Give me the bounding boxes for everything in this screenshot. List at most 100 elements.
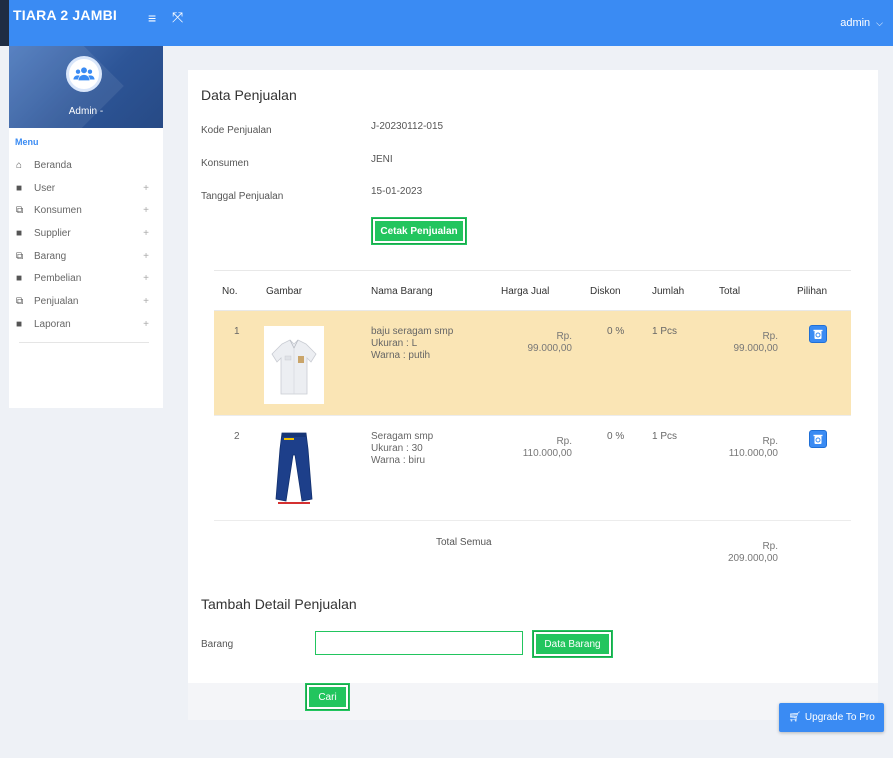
sidebar-item-supplier[interactable]: ■ Supplier + [9, 222, 163, 245]
menu-title: Menu [15, 137, 39, 147]
column-header-nama-barang: Nama Barang [371, 286, 433, 297]
quantity-value: 1 Pcs [652, 431, 678, 442]
plus-icon: + [143, 228, 149, 240]
sidebar-item-beranda[interactable]: ⌂ Beranda [9, 154, 163, 177]
konsumen-label: Konsumen [201, 158, 249, 169]
avatar[interactable] [66, 56, 102, 92]
price-value: 99.000,00 [527, 343, 573, 354]
sidebar-item-user[interactable]: ■ User + [9, 177, 163, 200]
product-name: baju seragam smp [371, 326, 454, 337]
grid-icon: ■ [16, 227, 23, 239]
total-currency: Rp. [762, 331, 778, 342]
grid-icon: ■ [16, 273, 23, 285]
tanggal-penjualan-label: Tanggal Penjualan [201, 191, 284, 202]
product-image [264, 429, 324, 507]
kode-penjualan-label: Kode Penjualan [201, 125, 272, 136]
quantity-value: 1 Pcs [652, 326, 678, 337]
barang-input[interactable] [315, 631, 523, 655]
sidebar-item-label: Laporan [34, 318, 71, 330]
recycle-bin-icon [813, 434, 823, 444]
top-navbar: TIARA 2 JAMBI ≡ ⤧ admin ⌵ [0, 0, 893, 46]
search-button[interactable]: Cari [305, 683, 350, 711]
price-value: 110.000,00 [522, 448, 572, 459]
row-number: 1 [234, 326, 240, 337]
content-card: Data Penjualan Kode Penjualan J-20230112… [188, 70, 878, 720]
column-header-no: No. [222, 286, 238, 297]
sidebar-item-laporan[interactable]: ■ Laporan + [9, 313, 163, 336]
row-number: 2 [234, 431, 240, 442]
discount-value: 0 % [607, 431, 625, 442]
plus-icon: + [143, 205, 149, 217]
chevron-down-icon: ⌵ [876, 18, 883, 28]
discount-value: 0 % [607, 326, 625, 337]
user-name: admin [840, 17, 871, 29]
expand-icon[interactable]: ⤧ [172, 9, 183, 26]
user-menu[interactable]: admin ⌵ [840, 17, 883, 29]
sidebar-item-pembelian[interactable]: ■ Pembelian + [9, 267, 163, 290]
cart-icon: 🛒︎ [788, 712, 801, 723]
window-icon: ⧉ [16, 250, 24, 262]
total-value: 99.000,00 [733, 343, 779, 354]
recycle-bin-icon [813, 329, 823, 339]
sidebar-item-label: Pembelian [34, 273, 82, 285]
home-icon: ⌂ [16, 159, 23, 171]
total-value: 110.000,00 [728, 448, 778, 459]
plus-icon: + [143, 296, 149, 308]
sidebar-item-konsumen[interactable]: ⧉ Konsumen + [9, 199, 163, 222]
upgrade-label: Upgrade To Pro [804, 712, 875, 723]
page-title: Data Penjualan [201, 87, 297, 103]
product-name: Seragam smp [371, 431, 434, 442]
sidebar-item-label: User [34, 182, 56, 194]
table-header: No. Gambar Nama Barang Harga Jual Diskon… [214, 270, 851, 311]
product-size: Ukuran : 30 [371, 443, 423, 454]
upgrade-to-pro-button[interactable]: 🛒︎ Upgrade To Pro [779, 703, 884, 732]
plus-icon: + [143, 250, 149, 262]
delete-button[interactable] [809, 430, 827, 448]
brand-logo[interactable]: TIARA 2 JAMBI [13, 7, 117, 23]
print-sale-button[interactable]: Cetak Penjualan [371, 217, 467, 245]
hamburger-icon[interactable]: ≡ [148, 10, 156, 26]
users-icon [73, 67, 95, 81]
grid-icon: ■ [16, 182, 23, 194]
sidebar-item-label: Beranda [34, 159, 72, 171]
plus-icon: + [143, 273, 149, 285]
profile-name[interactable]: Admin - [9, 106, 163, 117]
data-barang-button[interactable]: Data Barang [532, 630, 613, 658]
divider [19, 341, 149, 343]
table-row: 2 Seragam smp Ukuran : 30 Warna : biru R… [214, 416, 851, 521]
column-header-harga-jual: Harga Jual [501, 286, 550, 297]
sidebar-item-label: Barang [34, 250, 67, 262]
plus-icon: + [143, 318, 149, 330]
konsumen-value: JENI [371, 154, 393, 165]
form-footer [188, 683, 878, 720]
column-header-jumlah: Jumlah [652, 286, 685, 297]
total-label: Total Semua [436, 537, 492, 548]
table-row: 1 baju seragam smp Ukuran : L Warna : pu… [214, 311, 851, 416]
product-color: Warna : putih [371, 350, 431, 361]
sidebar-item-label: Penjualan [34, 295, 79, 307]
price-currency: Rp. [556, 436, 572, 447]
grand-total-currency: Rp. [762, 541, 778, 552]
tanggal-penjualan-value: 15-01-2023 [371, 186, 423, 197]
window-icon: ⧉ [16, 295, 24, 307]
total-currency: Rp. [762, 436, 778, 447]
kode-penjualan-value: J-20230112-015 [371, 121, 444, 132]
sales-detail-table: No. Gambar Nama Barang Harga Jual Diskon… [214, 270, 851, 573]
sidebar-item-penjualan[interactable]: ⧉ Penjualan + [9, 290, 163, 313]
column-header-pilihan: Pilihan [797, 286, 828, 297]
barang-label: Barang [201, 639, 234, 650]
column-header-gambar: Gambar [266, 286, 303, 297]
sidebar: Admin - Menu ⌂ Beranda ■ User + ⧉ Konsum… [9, 46, 163, 408]
product-size: Ukuran : L [371, 338, 418, 349]
trousers-image [264, 429, 324, 507]
product-color: Warna : biru [371, 455, 426, 466]
grid-icon: ■ [16, 318, 23, 330]
shirt-image [264, 326, 324, 404]
sidebar-item-barang[interactable]: ⧉ Barang + [9, 245, 163, 268]
delete-button[interactable] [809, 325, 827, 343]
window-icon: ⧉ [16, 205, 24, 217]
column-header-diskon: Diskon [590, 286, 621, 297]
price-currency: Rp. [556, 331, 572, 342]
column-header-total: Total [719, 286, 741, 297]
sidebar-profile: Admin - [9, 46, 163, 128]
